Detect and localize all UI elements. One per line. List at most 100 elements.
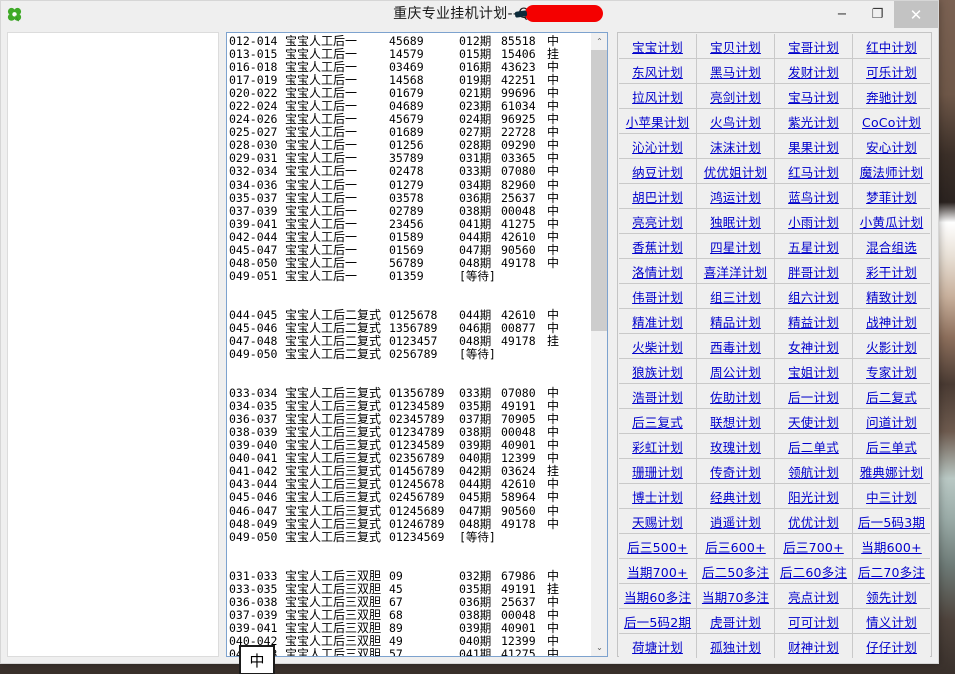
plan-button-48[interactable]: 火柴计划 [619,334,696,358]
plan-button-92[interactable]: 后一5码2期 [619,609,696,633]
plan-button-3[interactable]: 红中计划 [853,34,930,58]
plan-button-6[interactable]: 发财计划 [775,59,852,83]
plan-button-43[interactable]: 精致计划 [853,284,930,308]
plan-button-78[interactable]: 优优计划 [775,509,852,533]
plan-button-96[interactable]: 荷塘计划 [619,634,696,658]
plan-button-18[interactable]: 果果计划 [775,134,852,158]
plan-button-83[interactable]: 当期600+ [853,534,930,558]
plan-button-68[interactable]: 珊珊计划 [619,459,696,483]
plan-button-17[interactable]: 沫沫计划 [697,134,774,158]
plan-button-91[interactable]: 领先计划 [853,584,930,608]
plan-button-99[interactable]: 仔仔计划 [853,634,930,658]
plan-button-71[interactable]: 雅典娜计划 [853,459,930,483]
plan-button-87[interactable]: 后二70多注 [853,559,930,583]
plan-button-80[interactable]: 后三500+ [619,534,696,558]
plan-button-33[interactable]: 四星计划 [697,234,774,258]
plan-button-16[interactable]: 沁沁计划 [619,134,696,158]
plan-button-5[interactable]: 黑马计划 [697,59,774,83]
plan-button-54[interactable]: 宝姐计划 [775,359,852,383]
plan-button-27[interactable]: 梦菲计划 [853,184,930,208]
plan-button-13[interactable]: 火鸟计划 [697,109,774,133]
plan-button-59[interactable]: 后二复式 [853,384,930,408]
plan-button-36[interactable]: 洛情计划 [619,259,696,283]
plan-button-70[interactable]: 领航计划 [775,459,852,483]
plan-button-45[interactable]: 精品计划 [697,309,774,333]
plan-button-24[interactable]: 胡巴计划 [619,184,696,208]
plan-button-89[interactable]: 当期70多注 [697,584,774,608]
close-button[interactable]: ✕ [894,1,938,28]
plan-button-72[interactable]: 博士计划 [619,484,696,508]
plan-button-28[interactable]: 亮亮计划 [619,209,696,233]
plan-button-63[interactable]: 问道计划 [853,409,930,433]
plan-button-98[interactable]: 财神计划 [775,634,852,658]
plan-button-56[interactable]: 浩哥计划 [619,384,696,408]
plan-button-4[interactable]: 东风计划 [619,59,696,83]
plan-button-23[interactable]: 魔法师计划 [853,159,930,183]
plan-button-62[interactable]: 天使计划 [775,409,852,433]
plan-button-52[interactable]: 狼族计划 [619,359,696,383]
plan-button-73[interactable]: 经典计划 [697,484,774,508]
plan-button-20[interactable]: 纳豆计划 [619,159,696,183]
plan-button-38[interactable]: 胖哥计划 [775,259,852,283]
plan-button-57[interactable]: 佐助计划 [697,384,774,408]
plan-button-85[interactable]: 后二50多注 [697,559,774,583]
plan-button-46[interactable]: 精益计划 [775,309,852,333]
plan-button-97[interactable]: 孤独计划 [697,634,774,658]
plan-button-37[interactable]: 喜洋洋计划 [697,259,774,283]
vertical-scrollbar[interactable]: ⌃ ⌄ [590,33,607,656]
plan-button-81[interactable]: 后三600+ [697,534,774,558]
left-empty-panel[interactable] [7,32,219,657]
plan-button-94[interactable]: 可可计划 [775,609,852,633]
plan-button-26[interactable]: 蓝鸟计划 [775,184,852,208]
plan-button-39[interactable]: 彩干计划 [853,259,930,283]
plan-button-84[interactable]: 当期700+ [619,559,696,583]
plan-button-8[interactable]: 拉风计划 [619,84,696,108]
plan-button-34[interactable]: 五星计划 [775,234,852,258]
plan-button-51[interactable]: 火影计划 [853,334,930,358]
plan-button-42[interactable]: 组六计划 [775,284,852,308]
plan-button-40[interactable]: 伟哥计划 [619,284,696,308]
plan-button-64[interactable]: 彩虹计划 [619,434,696,458]
plan-button-50[interactable]: 女神计划 [775,334,852,358]
plan-button-88[interactable]: 当期60多注 [619,584,696,608]
plan-button-86[interactable]: 后二60多注 [775,559,852,583]
plan-button-69[interactable]: 传奇计划 [697,459,774,483]
plan-button-61[interactable]: 联想计划 [697,409,774,433]
plan-button-49[interactable]: 西毒计划 [697,334,774,358]
plan-button-32[interactable]: 香蕉计划 [619,234,696,258]
plan-button-12[interactable]: 小苹果计划 [619,109,696,133]
scrollbar-thumb[interactable] [591,50,608,331]
plan-results-list-panel[interactable]: 012-014宝宝人工后一45689012期85518中013-015宝宝人工后… [226,32,608,657]
plan-button-2[interactable]: 宝哥计划 [775,34,852,58]
plan-button-82[interactable]: 后三700+ [775,534,852,558]
plan-button-21[interactable]: 优优姐计划 [697,159,774,183]
plan-button-25[interactable]: 鸿运计划 [697,184,774,208]
plan-button-47[interactable]: 战神计划 [853,309,930,333]
plan-button-60[interactable]: 后三复式 [619,409,696,433]
title-bar[interactable]: 重庆专业挂机计划--QQ: − ❐ ✕ [1,1,938,28]
ime-indicator[interactable]: 中 [239,645,275,674]
scroll-up-arrow-icon[interactable]: ⌃ [591,33,608,50]
plan-button-67[interactable]: 后三单式 [853,434,930,458]
plan-button-0[interactable]: 宝宝计划 [619,34,696,58]
plan-button-41[interactable]: 组三计划 [697,284,774,308]
plan-button-77[interactable]: 逍遥计划 [697,509,774,533]
plan-button-90[interactable]: 亮点计划 [775,584,852,608]
plan-button-95[interactable]: 情义计划 [853,609,930,633]
plan-button-22[interactable]: 红马计划 [775,159,852,183]
minimize-button[interactable]: − [823,1,861,28]
plan-button-11[interactable]: 奔驰计划 [853,84,930,108]
plan-button-76[interactable]: 天赐计划 [619,509,696,533]
plan-button-1[interactable]: 宝贝计划 [697,34,774,58]
plan-button-53[interactable]: 周公计划 [697,359,774,383]
plan-button-44[interactable]: 精准计划 [619,309,696,333]
plan-button-93[interactable]: 虎哥计划 [697,609,774,633]
plan-button-79[interactable]: 后一5码3期 [853,509,930,533]
plan-button-31[interactable]: 小黄瓜计划 [853,209,930,233]
maximize-button[interactable]: ❐ [861,1,894,28]
plan-button-58[interactable]: 后一计划 [775,384,852,408]
plan-button-14[interactable]: 紫光计划 [775,109,852,133]
plan-button-65[interactable]: 玫瑰计划 [697,434,774,458]
plan-button-66[interactable]: 后二单式 [775,434,852,458]
plan-button-29[interactable]: 独眠计划 [697,209,774,233]
